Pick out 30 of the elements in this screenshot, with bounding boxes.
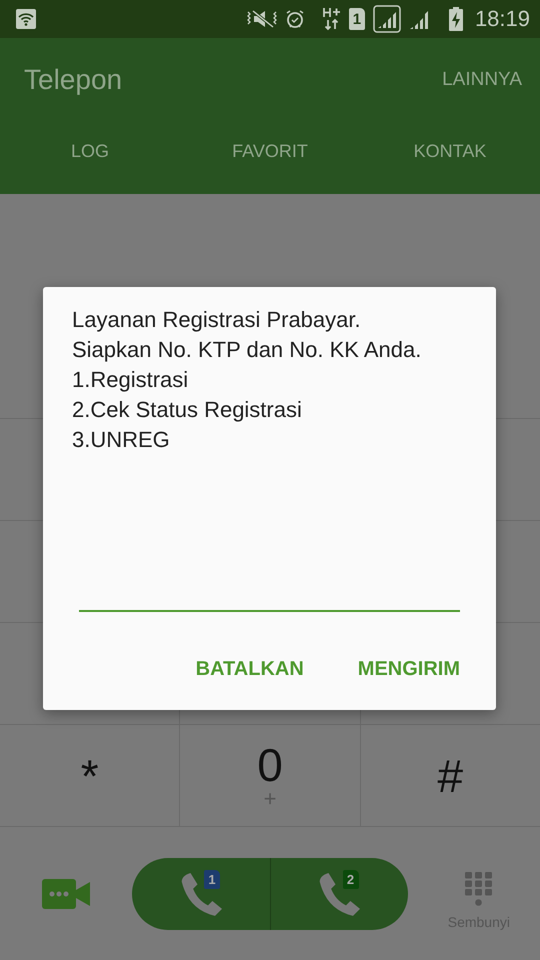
sim-card-icon: 1 bbox=[348, 8, 365, 30]
dial-key[interactable]: * bbox=[0, 725, 180, 826]
clock-text: 18:19 bbox=[474, 6, 530, 32]
dialpad-icon bbox=[464, 872, 493, 906]
phone-icon bbox=[318, 870, 360, 916]
alarm-icon bbox=[284, 9, 305, 29]
more-menu-button[interactable]: LAINNYA bbox=[442, 69, 522, 91]
message-text: Siapkan No. KTP dan No. KK Anda. bbox=[72, 336, 422, 364]
sim-badge: 2 bbox=[342, 870, 358, 888]
mute-vibrate-icon bbox=[246, 9, 277, 29]
battery-charging-icon bbox=[448, 7, 463, 31]
wifi-icon bbox=[16, 9, 36, 29]
mobile-data-icon bbox=[322, 7, 341, 31]
message-text: 2.Cek Status Registrasi bbox=[72, 396, 303, 424]
call-button[interactable]: 1 bbox=[132, 858, 270, 930]
message-text: 1.Registrasi bbox=[72, 366, 190, 394]
dial-key[interactable]: 0 + bbox=[180, 725, 361, 826]
sim-badge: 1 bbox=[204, 870, 220, 888]
tab[interactable]: KONTAK bbox=[360, 122, 540, 194]
tab[interactable]: FAVORIT bbox=[180, 122, 360, 194]
call-button[interactable]: 2 bbox=[270, 858, 408, 930]
app-title: Telepon bbox=[24, 64, 122, 96]
tab[interactable]: LOG bbox=[0, 122, 180, 194]
dialog-button[interactable]: MENGIRIM bbox=[358, 658, 460, 681]
message-text: Layanan Registrasi Prabayar. bbox=[72, 306, 362, 334]
message-text: 3.UNREG bbox=[72, 426, 171, 454]
signal-icon bbox=[372, 5, 401, 33]
dial-key[interactable]: # bbox=[360, 725, 540, 826]
dialog-button[interactable]: BATALKAN bbox=[196, 658, 304, 681]
phone-icon bbox=[180, 870, 222, 916]
